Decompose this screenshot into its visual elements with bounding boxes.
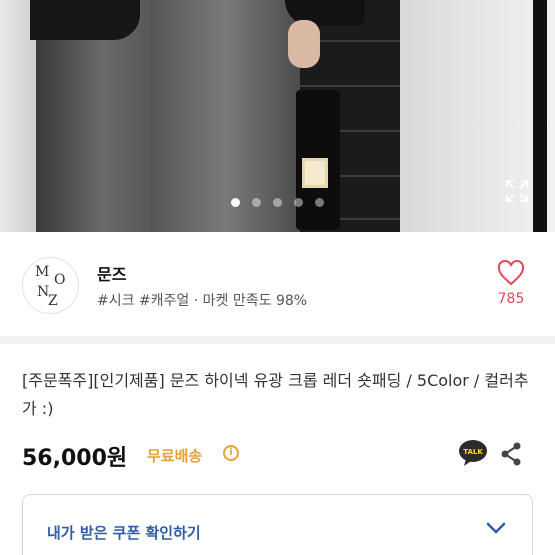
photo-hand [288, 20, 320, 68]
coupon-label: 내가 받은 쿠폰 확인하기 [47, 524, 201, 542]
product-image[interactable] [0, 0, 555, 232]
gallery-pagination [0, 192, 555, 207]
share-icon[interactable] [499, 441, 523, 467]
pagination-dot[interactable] [231, 198, 240, 207]
logo-letter-z: Z [48, 293, 58, 309]
pagination-dot[interactable] [294, 198, 303, 207]
product-title: [주문폭주][인기제품] 문즈 하이넥 유광 크롭 레더 숏패딩 / 5Colo… [22, 371, 529, 418]
chevron-down-icon [486, 522, 506, 534]
pagination-dot[interactable] [252, 198, 261, 207]
shop-row[interactable] [0, 232, 555, 332]
photo-bag-buckle [302, 158, 328, 188]
kakao-talk-icon[interactable]: TALK [458, 439, 488, 467]
shop-name[interactable]: 문즈 [97, 261, 126, 285]
info-icon[interactable]: i [223, 445, 239, 461]
free-shipping-label: 무료배송 [147, 447, 203, 465]
logo-letter-m: M [35, 264, 50, 280]
talk-label: TALK [463, 448, 483, 456]
section-divider [0, 336, 555, 344]
pagination-dot[interactable] [315, 198, 324, 207]
photo-jacket-left [30, 0, 140, 40]
shop-tags: #시크 #캐주얼 · 마켓 만족도 98% [97, 293, 308, 309]
product-price: 56,000원 [22, 446, 128, 471]
expand-icon[interactable] [505, 179, 529, 203]
pagination-dot[interactable] [273, 198, 282, 207]
like-count: 785 [497, 291, 525, 307]
heart-icon[interactable] [497, 260, 525, 286]
shop-logo[interactable]: M O N Z [22, 257, 79, 314]
logo-letter-o: O [54, 272, 66, 288]
coupon-button[interactable]: 내가 받은 쿠폰 확인하기 [22, 494, 533, 555]
